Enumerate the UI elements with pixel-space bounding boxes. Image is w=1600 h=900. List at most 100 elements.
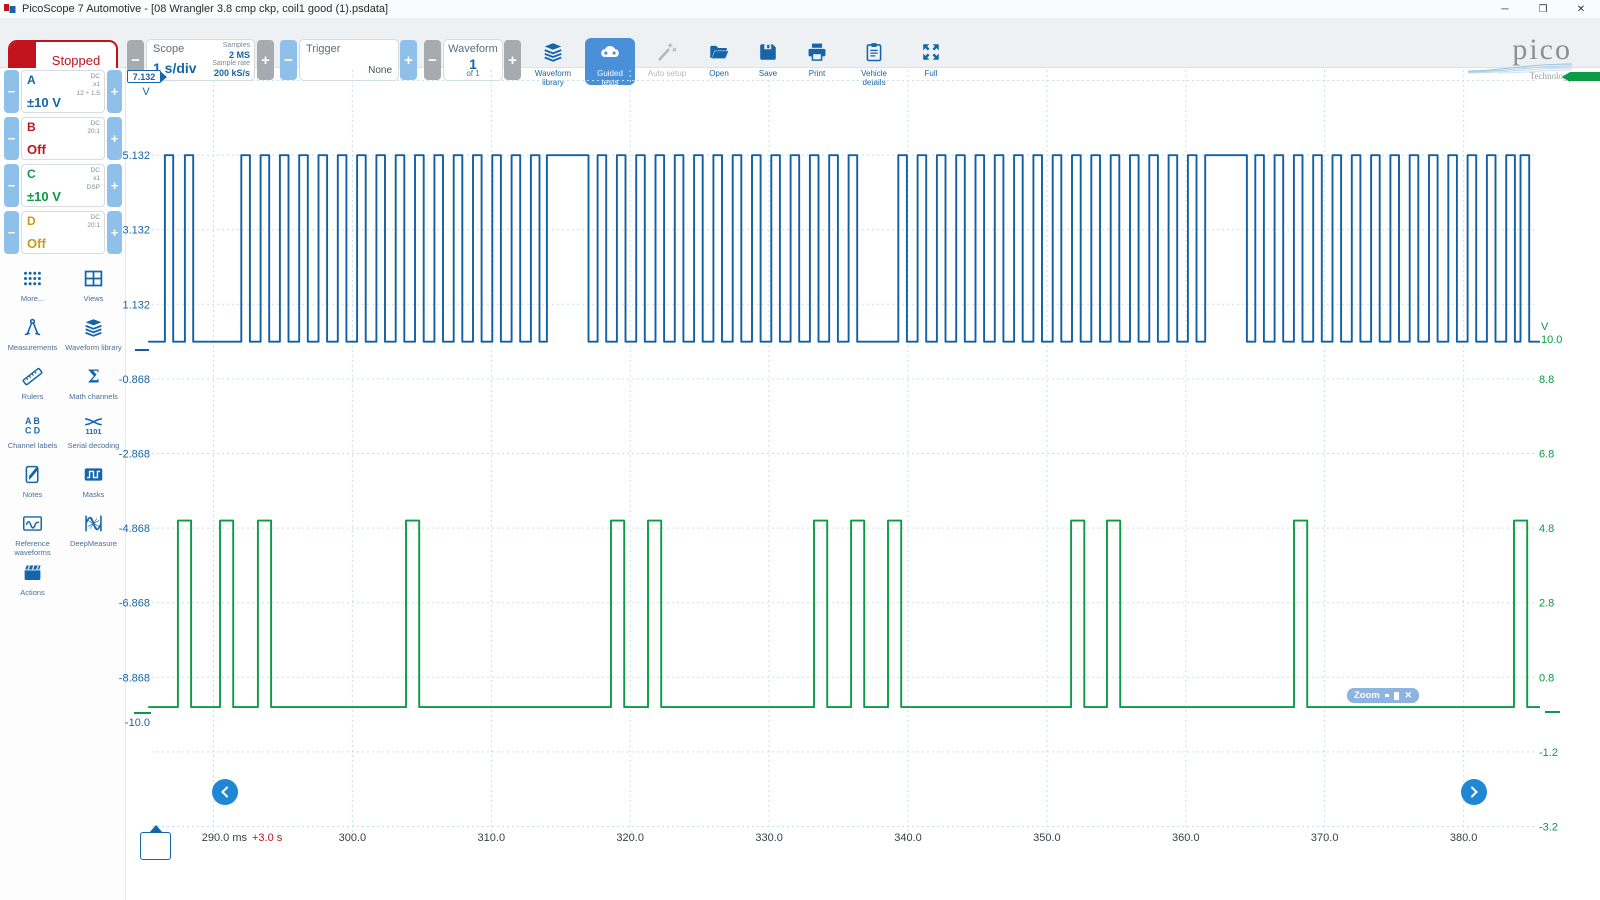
- right-axis-label: -3.2: [1539, 822, 1558, 834]
- full-button[interactable]: Full: [911, 38, 951, 85]
- print-button[interactable]: Print: [797, 38, 837, 85]
- serial-decoding-icon: 1101: [64, 415, 124, 441]
- x-axis-label: 310.0: [478, 832, 506, 844]
- more-icon: [3, 268, 63, 294]
- channel-c-trace: [148, 521, 1540, 708]
- sidebar-tool-waveform-library[interactable]: Waveform library: [64, 317, 124, 361]
- guided-tests-button[interactable]: Guided tests: [585, 38, 635, 85]
- minimize-button[interactable]: ─: [1486, 0, 1524, 18]
- sidebar-tool-actions[interactable]: Actions: [3, 562, 63, 606]
- x-axis-label: 380.0: [1450, 832, 1478, 844]
- channel-c-increase-button[interactable]: +: [107, 164, 122, 207]
- channel-letter: C: [27, 167, 36, 181]
- channel-a-axis-marker[interactable]: 7.132: [127, 70, 161, 83]
- scroll-back-button[interactable]: [212, 779, 238, 805]
- toolbar-button-label: Vehicle details: [849, 70, 899, 88]
- channel-b-decrease-button[interactable]: −: [4, 117, 19, 160]
- toolbar-button-label: Open: [709, 70, 729, 79]
- x-axis-label: 370.0: [1311, 832, 1339, 844]
- toolbar-button-label: Full: [925, 70, 938, 79]
- sidebar-tool-reference-waveforms[interactable]: Reference waveforms: [3, 513, 63, 557]
- save-button[interactable]: Save: [748, 38, 788, 85]
- right-axis-top-label: 10.0: [1541, 334, 1562, 346]
- waveform-next-button[interactable]: +: [504, 40, 521, 80]
- channel-c-options[interactable]: CDCx1DSP±10 V: [21, 164, 105, 207]
- right-axis-label: 4.8: [1539, 523, 1554, 535]
- channel-c-decrease-button[interactable]: −: [4, 164, 19, 207]
- waveform-library-button[interactable]: Waveform library: [530, 38, 576, 85]
- pico-brand-text: pico: [1512, 37, 1572, 63]
- channel-coupling-details: DCx112 ÷ 1.5: [77, 73, 100, 98]
- buffer-overview-tab[interactable]: [140, 832, 171, 860]
- chevron-right-icon: [1468, 786, 1480, 798]
- sidebar-tool-deepmeasure[interactable]: DeepMeasure: [64, 513, 124, 557]
- sidebar-tool-label: DeepMeasure: [64, 539, 124, 548]
- channel-list: −ADCx112 ÷ 1.5±10 V+−BDC20:1Off+−CDCx1DS…: [0, 68, 125, 254]
- open-icon: [708, 41, 730, 68]
- sidebar-tool-label: Reference waveforms: [3, 539, 63, 557]
- channel-range-value: ±10 V: [27, 189, 61, 204]
- channel-a-increase-button[interactable]: +: [107, 70, 122, 113]
- sidebar-tool-label: Waveform library: [64, 343, 124, 352]
- trigger-panel[interactable]: Trigger None: [299, 39, 399, 81]
- channel-d-increase-button[interactable]: +: [107, 211, 122, 254]
- channel-d-options[interactable]: DDC20:1Off: [21, 211, 105, 254]
- math-channels-icon: Σ: [64, 366, 124, 392]
- sidebar-tool-views[interactable]: Views: [64, 268, 124, 312]
- timebase-increase-button[interactable]: +: [257, 40, 274, 80]
- sidebar-tool-label: Channel labels: [3, 441, 63, 450]
- waveform-previous-button[interactable]: −: [424, 40, 441, 80]
- channel-d-decrease-button[interactable]: −: [4, 211, 19, 254]
- sidebar-tool-math-channels[interactable]: ΣMath channels: [64, 366, 124, 410]
- chevron-left-icon: [219, 786, 231, 798]
- open-button[interactable]: Open: [699, 38, 739, 85]
- x-axis-offset-label: +3.0 s: [252, 832, 283, 844]
- left-axis-bottom-label: -10.0: [125, 717, 150, 729]
- channel-b-options[interactable]: BDC20:1Off: [21, 117, 105, 160]
- full-icon: [920, 41, 942, 68]
- minimize-icon[interactable]: [1385, 694, 1389, 697]
- masks-icon: [64, 464, 124, 490]
- sample-rate-value: 200 kS/s: [212, 68, 250, 78]
- right-axis-label: -1.2: [1539, 747, 1558, 759]
- channel-letter: A: [27, 73, 36, 87]
- guided-tests-icon: [599, 41, 621, 68]
- views-icon: [64, 268, 124, 294]
- trigger-increase-button[interactable]: +: [400, 40, 417, 80]
- zoom-overlay-toolbar[interactable]: Zoom ✕: [1347, 688, 1419, 703]
- vehicle-details-button[interactable]: Vehicle details: [846, 38, 902, 85]
- svg-text:1101: 1101: [85, 427, 101, 436]
- sidebar-tool-channel-labels[interactable]: A BC DChannel labels: [3, 415, 63, 459]
- x-axis-label: 300.0: [339, 832, 367, 844]
- channel-a-options[interactable]: ADCx112 ÷ 1.5±10 V: [21, 70, 105, 113]
- channel-a-decrease-button[interactable]: −: [4, 70, 19, 113]
- toolbar-button-label: Print: [809, 70, 825, 79]
- sidebar-tool-serial-decoding[interactable]: 1101Serial decoding: [64, 415, 124, 459]
- scroll-forward-button[interactable]: [1461, 779, 1487, 805]
- sidebar-tool-masks[interactable]: Masks: [64, 464, 124, 508]
- close-button[interactable]: ✕: [1562, 0, 1600, 18]
- samples-value: 2 MS: [212, 50, 250, 60]
- sidebar-tool-rulers[interactable]: Rulers: [3, 366, 63, 410]
- left-axis-label: 1.132: [122, 299, 150, 311]
- reference-waveforms-icon: [3, 513, 63, 539]
- close-icon[interactable]: ✕: [1404, 691, 1412, 700]
- trigger-decrease-button[interactable]: −: [280, 40, 297, 80]
- save-icon: [757, 41, 779, 68]
- waveform-panel[interactable]: Waveform 1 of 1: [443, 39, 503, 81]
- sidebar-tool-measurements[interactable]: Measurements: [3, 317, 63, 361]
- rulers-icon: [3, 366, 63, 392]
- toolbar-button-label: Save: [759, 70, 777, 79]
- zoom-overlay-label: Zoom: [1354, 690, 1380, 701]
- restore-icon[interactable]: [1394, 692, 1399, 700]
- sidebar-tool-label: Math channels: [64, 392, 124, 401]
- channel-b-increase-button[interactable]: +: [107, 117, 122, 160]
- sidebar-tool-notes[interactable]: Notes: [3, 464, 63, 508]
- pico-logo: pico Technology: [1468, 37, 1572, 81]
- channel-c-axis-marker[interactable]: [1570, 72, 1600, 81]
- auto-setup-icon: [656, 41, 678, 68]
- svg-text:C D: C D: [25, 425, 40, 435]
- sidebar-tool-more[interactable]: More...: [3, 268, 63, 312]
- sidebar-tool-label: Masks: [64, 490, 124, 499]
- restore-button[interactable]: ❐: [1524, 0, 1562, 18]
